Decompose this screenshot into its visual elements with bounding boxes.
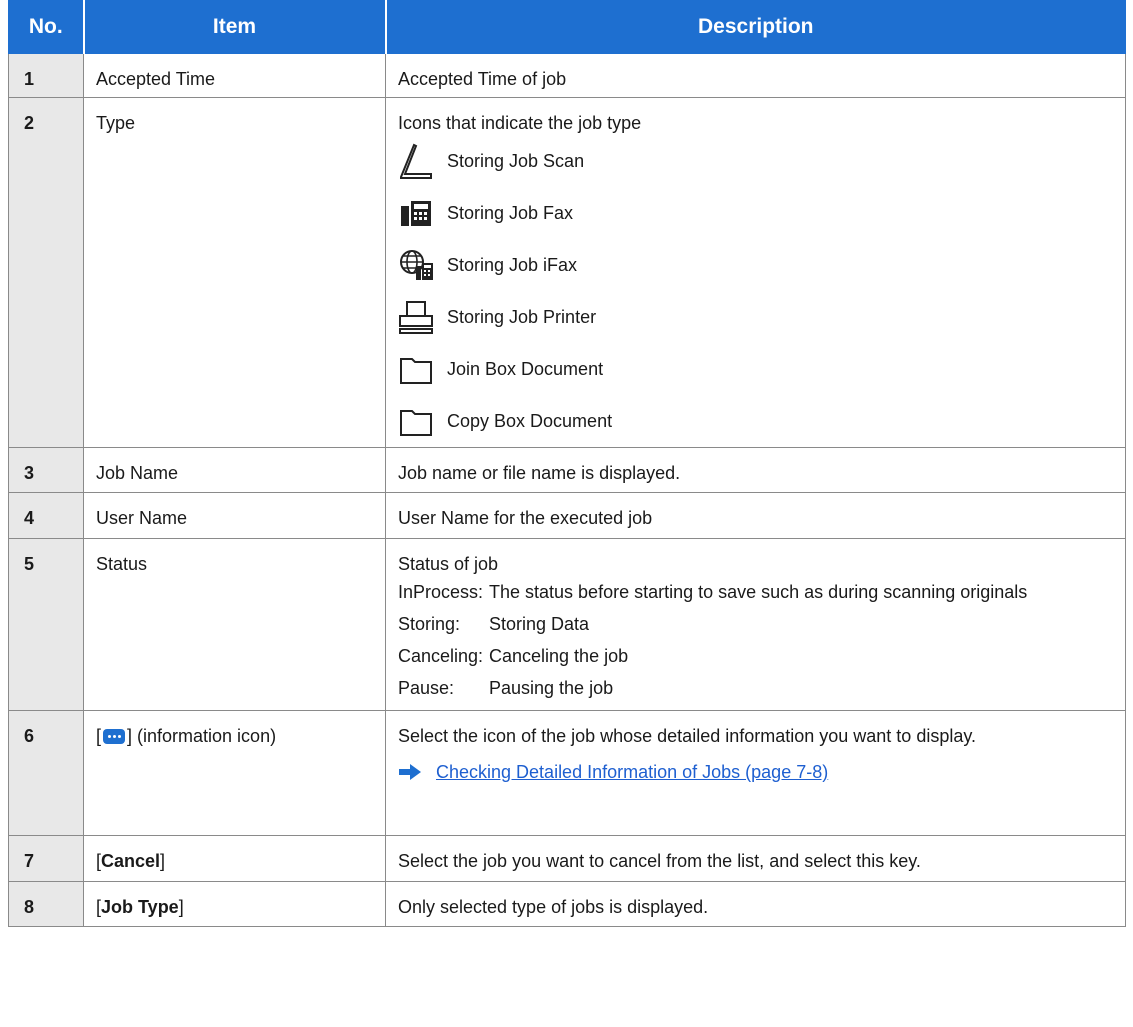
folder-icon bbox=[398, 349, 434, 389]
type-label: Storing Job Scan bbox=[447, 151, 585, 171]
detail-info-link[interactable]: Checking Detailed Information of Jobs (p… bbox=[436, 760, 828, 784]
status-definition: Storing Data bbox=[489, 614, 590, 634]
bracket-close: ] bbox=[160, 851, 166, 871]
row-number: 2 bbox=[8, 97, 84, 448]
table-row: 5 Status Status of job InProcess: The st… bbox=[8, 538, 1126, 711]
status-term: Canceling: bbox=[398, 646, 484, 666]
row-description: Select the job you want to cancel from t… bbox=[385, 835, 1126, 882]
status-intro: Status of job bbox=[398, 554, 499, 574]
table-row: 6 [ ] (information icon) Select the icon … bbox=[8, 710, 1126, 836]
key-name: Cancel bbox=[101, 851, 161, 871]
row-number: 8 bbox=[8, 881, 84, 927]
row-item: Type bbox=[83, 97, 386, 448]
bracket-open: [ bbox=[96, 726, 102, 746]
row-description: User Name for the executed job bbox=[385, 492, 1126, 539]
type-label: Storing Job Printer bbox=[447, 307, 597, 327]
job-status-table: No. Item Description 1 Accepted Time Acc… bbox=[8, 0, 1126, 927]
table-row: 8 [Job Type] Only selected type of jobs … bbox=[8, 881, 1126, 927]
row-item: Accepted Time bbox=[83, 53, 386, 98]
type-intro: Icons that indicate the job type bbox=[398, 113, 642, 133]
arrow-right-icon bbox=[399, 764, 421, 780]
status-definition: Pausing the job bbox=[489, 678, 614, 698]
row-number: 7 bbox=[8, 835, 84, 882]
row-description: Icons that indicate the job type Storing… bbox=[385, 97, 1126, 448]
table-header: No. Item Description bbox=[8, 0, 1126, 54]
row-number: 6 bbox=[8, 710, 84, 836]
status-term: Pause: bbox=[398, 678, 455, 698]
header-no: No. bbox=[8, 0, 84, 54]
printer-icon bbox=[398, 297, 434, 337]
scan-icon bbox=[398, 141, 434, 181]
information-icon bbox=[103, 729, 126, 744]
table-row: 3 Job Name Job name or file name is disp… bbox=[8, 447, 1126, 493]
row-item: [Job Type] bbox=[83, 881, 386, 927]
row-item: Status bbox=[83, 538, 386, 711]
status-definition: Canceling the job bbox=[489, 646, 629, 666]
info-description: Select the icon of the job whose detaile… bbox=[398, 726, 977, 746]
row-description: Select the icon of the job whose detaile… bbox=[385, 710, 1126, 836]
row-number: 3 bbox=[8, 447, 84, 493]
fax-icon bbox=[398, 193, 434, 233]
key-name: Job Type bbox=[101, 897, 179, 917]
table-row: 7 [Cancel] Select the job you want to ca… bbox=[8, 835, 1126, 882]
row-description: Accepted Time of job bbox=[385, 53, 1126, 98]
row-number: 1 bbox=[8, 53, 84, 98]
type-entry: Storing Job Scan bbox=[398, 135, 1113, 187]
ifax-icon bbox=[398, 245, 434, 285]
type-entry: Join Box Document bbox=[398, 343, 1113, 395]
row-item: [ ] (information icon) bbox=[83, 710, 386, 836]
type-label: Copy Box Document bbox=[447, 411, 613, 431]
status-term: Storing: bbox=[398, 614, 461, 634]
type-entry: Copy Box Document bbox=[398, 395, 1113, 447]
row-description: Status of job InProcess: The status befo… bbox=[385, 538, 1126, 711]
row-description: Only selected type of jobs is displayed. bbox=[385, 881, 1126, 927]
row-item: Job Name bbox=[83, 447, 386, 493]
row-number: 5 bbox=[8, 538, 84, 711]
folder-icon bbox=[398, 401, 434, 441]
status-definition: The status before starting to save such … bbox=[489, 582, 1028, 602]
item-label: ] (information icon) bbox=[127, 726, 277, 746]
table-row: 2 Type Icons that indicate the job type … bbox=[8, 97, 1126, 448]
header-item: Item bbox=[82, 0, 386, 54]
type-entry: Storing Job iFax bbox=[398, 239, 1113, 291]
status-list: InProcess: The status before starting to… bbox=[398, 580, 1113, 700]
status-term: InProcess: bbox=[398, 582, 484, 602]
row-description: Job name or file name is displayed. bbox=[385, 447, 1126, 493]
type-label: Storing Job Fax bbox=[447, 203, 574, 223]
reference-line: Checking Detailed Information of Jobs (p… bbox=[398, 760, 1113, 784]
table-row: 4 User Name User Name for the executed j… bbox=[8, 492, 1126, 539]
type-label: Join Box Document bbox=[447, 359, 604, 379]
bracket-close: ] bbox=[178, 897, 184, 917]
header-description: Description bbox=[384, 0, 1126, 54]
type-entry: Storing Job Printer bbox=[398, 291, 1113, 343]
table-row: 1 Accepted Time Accepted Time of job bbox=[8, 53, 1126, 98]
row-number: 4 bbox=[8, 492, 84, 539]
type-entry: Storing Job Fax bbox=[398, 187, 1113, 239]
row-item: [Cancel] bbox=[83, 835, 386, 882]
row-item: User Name bbox=[83, 492, 386, 539]
type-label: Storing Job iFax bbox=[447, 255, 578, 275]
